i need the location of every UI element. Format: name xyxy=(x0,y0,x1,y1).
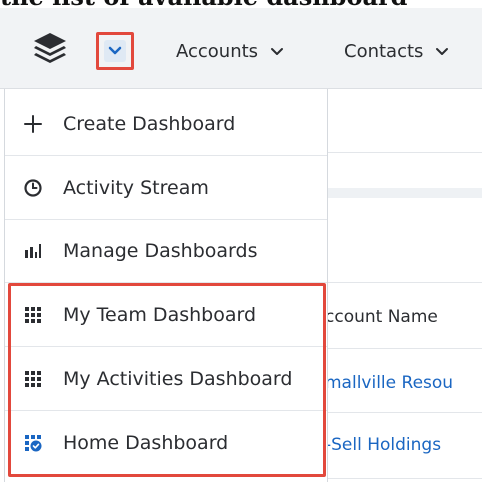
divider xyxy=(328,348,482,349)
nav-tab-label: Contacts xyxy=(344,41,424,62)
nav-tab-accounts[interactable]: Accounts xyxy=(176,36,284,68)
menu-item-my-team-dashboard[interactable]: My Team Dashboard xyxy=(5,283,327,347)
plus-icon xyxy=(24,114,42,133)
chevron-down-icon[interactable] xyxy=(270,47,284,57)
top-navbar: Accounts Contacts xyxy=(0,8,482,89)
clock-icon xyxy=(24,178,42,197)
grid-icon xyxy=(25,370,41,387)
menu-item-manage-dashboards[interactable]: Manage Dashboards xyxy=(5,219,327,283)
nav-tab-contacts[interactable]: Contacts xyxy=(344,36,449,68)
divider xyxy=(328,478,482,479)
menu-item-activity-stream[interactable]: Activity Stream xyxy=(5,156,327,220)
stacked-layers-logo-icon[interactable] xyxy=(30,29,70,69)
home-dashboard-icon xyxy=(25,435,42,452)
divider xyxy=(328,282,482,283)
grid-icon xyxy=(25,306,41,323)
dashboard-menu-toggle[interactable] xyxy=(96,32,134,70)
menu-item-label: Create Dashboard xyxy=(63,112,236,135)
menu-item-label: Manage Dashboards xyxy=(63,239,258,262)
page: the list of available dashboard Accounts… xyxy=(0,0,482,482)
page-caption: the list of available dashboard xyxy=(0,0,482,8)
background-list-panel xyxy=(328,89,482,482)
nav-tab-label: Accounts xyxy=(176,41,259,62)
column-header-account-name[interactable]: ccount Name xyxy=(325,305,438,329)
account-link[interactable]: -Sell Holdings xyxy=(325,433,441,457)
dashboard-dropdown-menu: Create Dashboard Activity Stream Manage … xyxy=(4,89,328,482)
menu-item-label: Home Dashboard xyxy=(63,432,229,454)
menu-item-home-dashboard[interactable]: Home Dashboard xyxy=(5,411,327,475)
menu-item-label: My Activities Dashboard xyxy=(63,367,293,390)
divider xyxy=(328,412,482,413)
menu-item-label: Activity Stream xyxy=(63,176,209,199)
menu-item-my-activities-dashboard[interactable]: My Activities Dashboard xyxy=(5,347,327,411)
menu-item-create-dashboard[interactable]: Create Dashboard xyxy=(5,92,327,156)
divider xyxy=(328,188,482,198)
divider xyxy=(328,152,482,153)
bar-chart-icon xyxy=(25,243,41,258)
chevron-down-icon[interactable] xyxy=(435,47,449,57)
menu-item-label: My Team Dashboard xyxy=(63,303,257,326)
chevron-down-icon xyxy=(108,46,122,55)
account-link[interactable]: mallville Resou xyxy=(325,371,453,395)
